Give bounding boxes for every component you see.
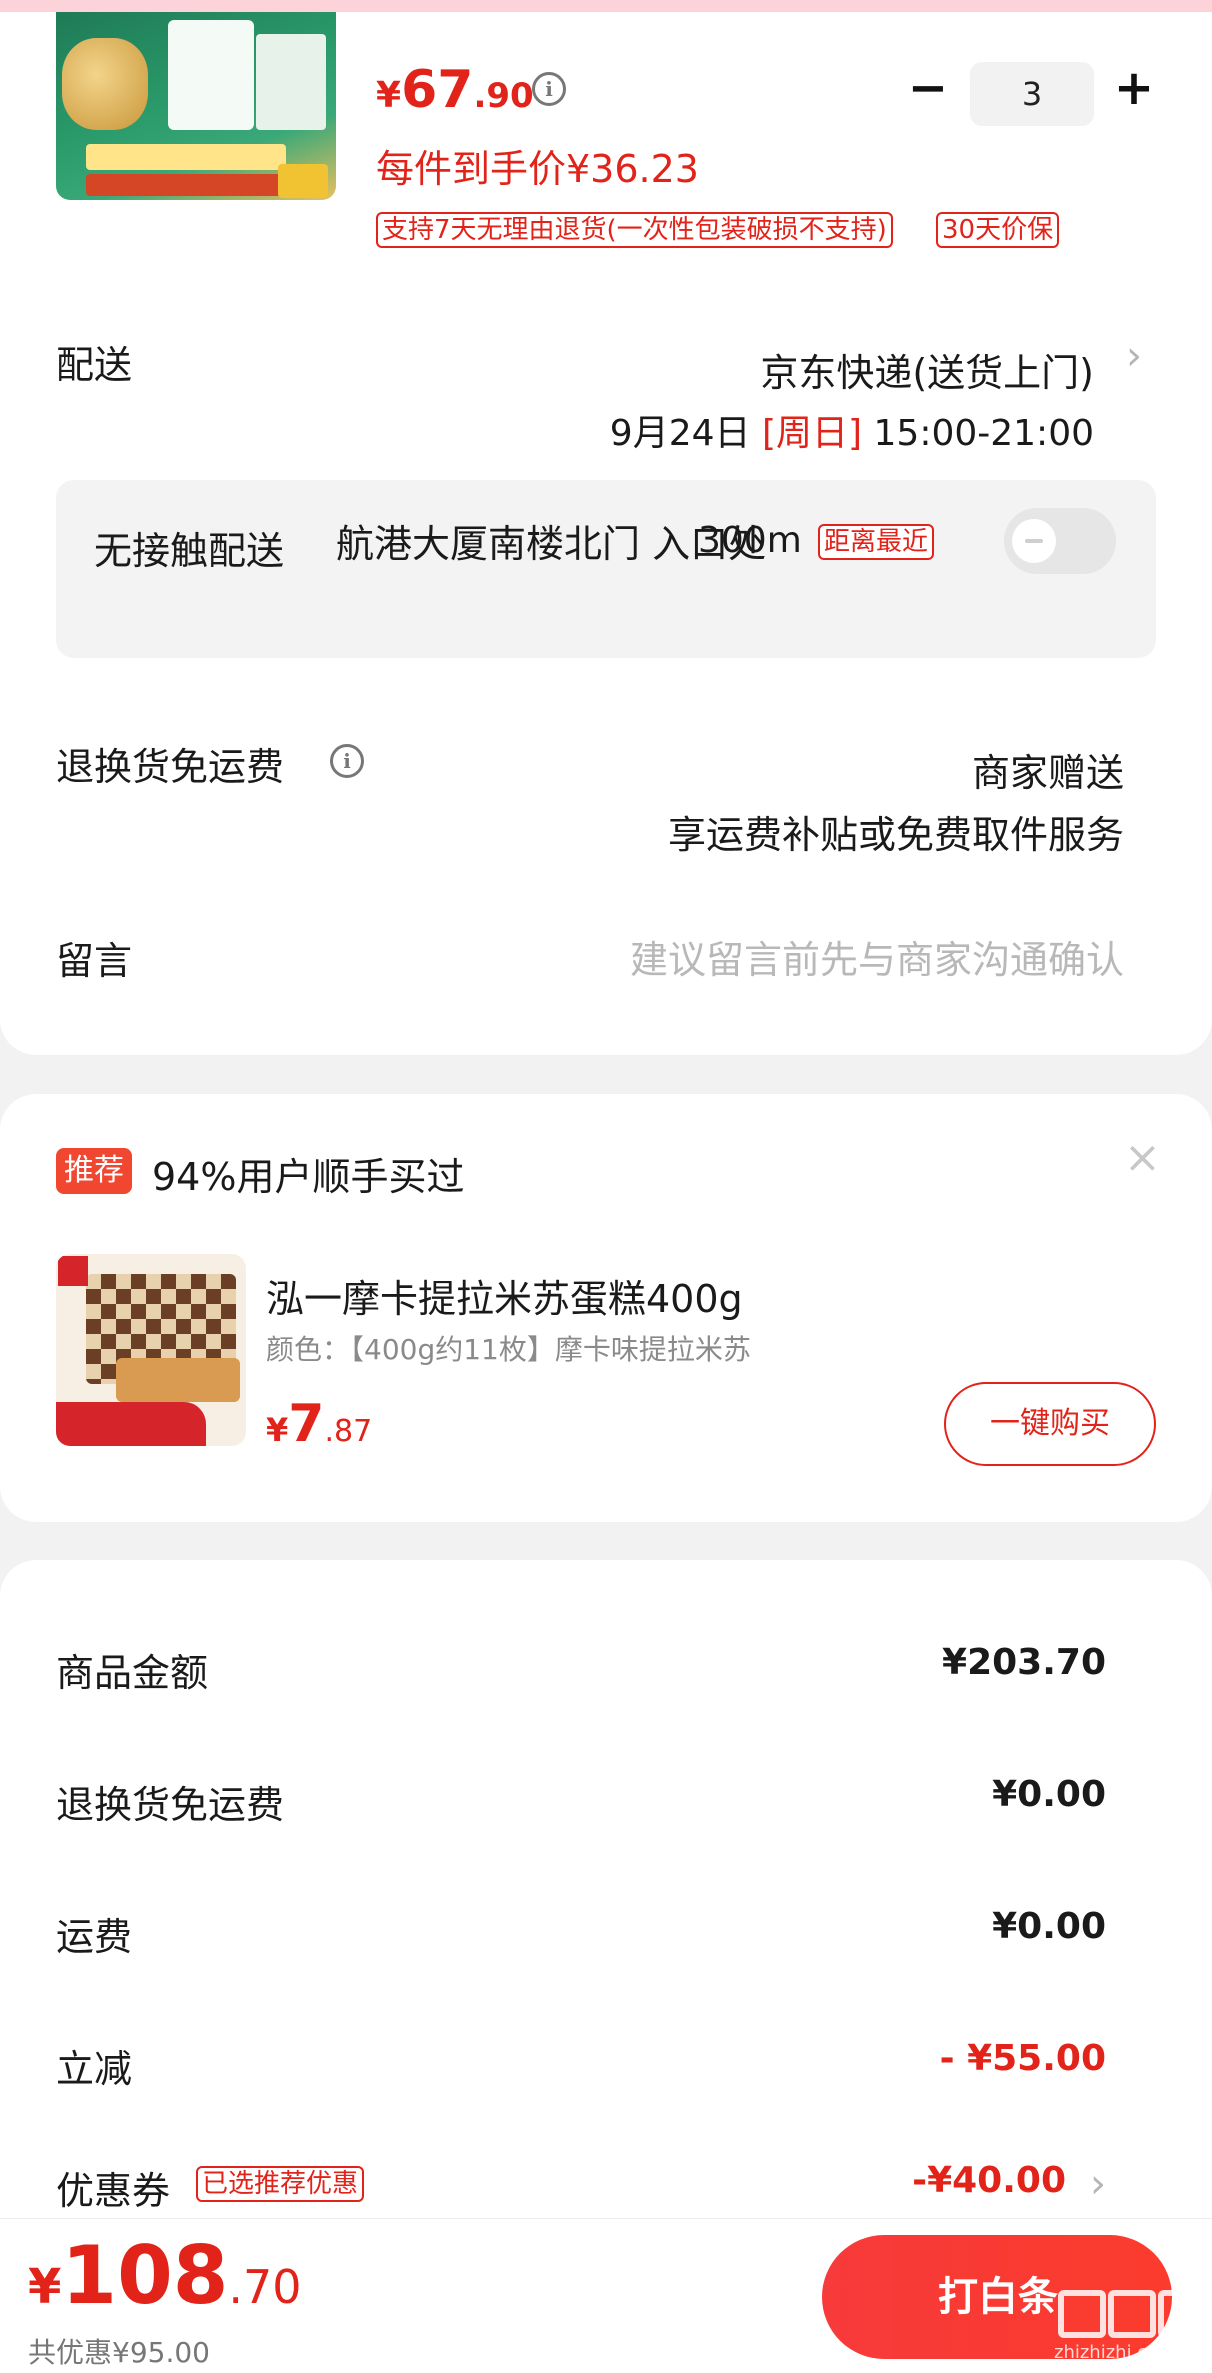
- product-price-currency: ¥: [376, 75, 402, 116]
- recommend-image-strip: [56, 1402, 206, 1446]
- coupon-recommended-badge: 已选推荐优惠: [196, 2166, 365, 2202]
- price-protect-badge: 30天价保: [936, 212, 1060, 248]
- delivery-time[interactable]: 9月24日 [周日] 15:00-21:00: [610, 404, 1094, 456]
- order-summary-card: 商品金额 ¥203.70 退换货免运费 ¥0.00 运费 ¥0.00 立减 - …: [0, 1560, 1212, 2220]
- one-click-buy-button[interactable]: 一键购买: [944, 1382, 1156, 1466]
- summary-value: ¥0.00: [992, 1906, 1106, 1947]
- checkout-bar: ¥108.70 共优惠¥95.00 打白条: [0, 2218, 1212, 2373]
- contactless-distance: 300m: [698, 520, 802, 561]
- delivery-method[interactable]: 京东快递(送货上门): [760, 342, 1094, 397]
- message-input[interactable]: [524, 930, 1124, 990]
- product-price-integer: 67: [401, 60, 474, 120]
- summary-label: 立减: [56, 2047, 133, 2091]
- recommend-price-currency: ¥: [266, 1411, 289, 1449]
- contactless-toggle[interactable]: [1004, 508, 1116, 574]
- return-shipping-provider: 商家赠送: [971, 751, 1124, 795]
- top-status-strip: [0, 0, 1212, 12]
- return-shipping-label: 退换货免运费: [56, 745, 285, 789]
- unit-price: 每件到手价¥36.23: [376, 147, 699, 191]
- message-label: 留言: [56, 939, 133, 983]
- total-price-decimal: .70: [228, 2260, 302, 2314]
- delivery-weekday: [周日]: [761, 413, 863, 454]
- recommend-product-spec: 颜色：【400g约11枚】摩卡味提拉米苏: [266, 1333, 751, 1366]
- quantity-increase-button[interactable]: +: [1104, 60, 1164, 120]
- total-price-currency: ¥: [28, 2259, 62, 2315]
- product-price-decimal: .90: [473, 76, 534, 116]
- total-price-integer: 108: [61, 2229, 229, 2322]
- summary-label: 退换货免运费: [56, 1783, 285, 1827]
- toggle-knob: [1012, 519, 1056, 563]
- return-policy-badge: 支持7天无理由退货(一次性包装破损不支持): [376, 212, 893, 248]
- nearest-badge: 距离最近: [818, 524, 935, 560]
- summary-row-return-shipping: 退换货免运费 ¥0.00: [56, 1774, 1106, 1834]
- contactless-delivery-panel: 无接触配送 航港大厦南楼北门 入口处 300m 距离最近: [56, 480, 1156, 658]
- price-info-icon[interactable]: i: [532, 72, 566, 106]
- product-image-box: [256, 34, 326, 130]
- total-saved: 共优惠¥95.00: [28, 2336, 210, 2369]
- recommendation-card: 推荐 94%用户顺手买过 × 泓一摩卡提拉米苏蛋糕400g 颜色：【400g约1…: [0, 1094, 1212, 1522]
- recommend-title: 94%用户顺手买过: [152, 1155, 465, 1199]
- return-shipping-detail: 享运费补贴或免费取件服务: [667, 813, 1124, 857]
- order-item-card: ¥67.90 i − 3 + 每件到手价¥36.23 支持7天无理由退货(一次性…: [0, 12, 1212, 1055]
- return-shipping-info-icon[interactable]: i: [330, 744, 364, 778]
- pay-button[interactable]: 打白条: [822, 2235, 1172, 2359]
- coupon-chevron-right-icon[interactable]: ›: [1090, 2164, 1106, 2204]
- recommend-tag: 推荐: [56, 1148, 132, 1194]
- brand-logo: [58, 1256, 88, 1286]
- delivery-chevron-right-icon[interactable]: ›: [1126, 336, 1142, 376]
- summary-label: 优惠券: [56, 2169, 171, 2213]
- total-price: ¥108.70: [28, 2229, 302, 2322]
- summary-label: 运费: [56, 1915, 133, 1959]
- summary-row-goods-amount: 商品金额 ¥203.70: [56, 1642, 1106, 1702]
- delivery-date: 9月24日: [609, 413, 751, 454]
- recommend-price-integer: 7: [288, 1394, 325, 1454]
- delivery-label: 配送: [56, 343, 133, 387]
- recommend-price-decimal: .87: [324, 1414, 373, 1449]
- recommend-image-cake: [116, 1358, 240, 1402]
- product-image-carton: [168, 20, 254, 130]
- summary-value: ¥0.00: [992, 1774, 1106, 1815]
- product-image[interactable]: [56, 12, 336, 200]
- contactless-label: 无接触配送: [94, 529, 285, 573]
- product-image-banner: [86, 144, 286, 170]
- summary-value: -¥40.00: [912, 2160, 1066, 2201]
- summary-row-shipping: 运费 ¥0.00: [56, 1906, 1106, 1966]
- summary-value: ¥203.70: [942, 1642, 1106, 1683]
- quantity-value[interactable]: 3: [970, 62, 1094, 126]
- close-icon[interactable]: ×: [1124, 1136, 1161, 1180]
- product-image-strip: [86, 174, 286, 196]
- quantity-decrease-button[interactable]: −: [898, 60, 958, 120]
- recommend-product-image[interactable]: [56, 1254, 246, 1446]
- summary-value: - ¥55.00: [939, 2038, 1106, 2079]
- recommend-product-price: ¥7.87: [266, 1394, 372, 1454]
- recommend-product-name[interactable]: 泓一摩卡提拉米苏蛋糕400g: [266, 1268, 743, 1323]
- product-price: ¥67.90: [376, 60, 534, 120]
- delivery-time-range: 15:00-21:00: [873, 413, 1094, 454]
- summary-row-instant-discount: 立减 - ¥55.00: [56, 2038, 1106, 2098]
- summary-row-coupon[interactable]: 优惠券 已选推荐优惠 -¥40.00 ›: [56, 2160, 1106, 2220]
- product-image-tag: [278, 164, 328, 198]
- summary-label: 商品金额: [56, 1651, 209, 1695]
- product-image-nuts: [62, 38, 148, 130]
